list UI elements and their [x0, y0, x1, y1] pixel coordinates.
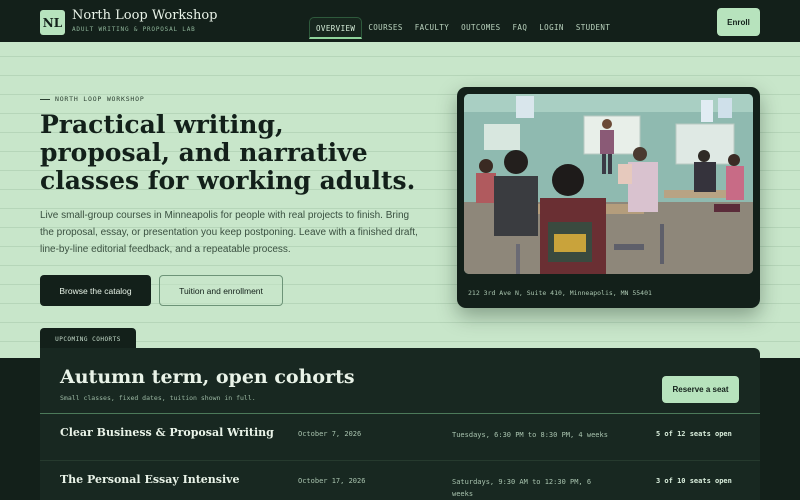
tuition-enrollment-button[interactable]: Tuition and enrollment [159, 275, 283, 306]
cohorts-subtitle: Small classes, fixed dates, tuition show… [60, 394, 256, 402]
cohort-date: October 7, 2026 [298, 430, 362, 438]
nav-overview[interactable]: OVERVIEW [309, 17, 363, 39]
upcoming-cohorts-tab: UPCOMING COHORTS [40, 328, 136, 350]
enroll-button[interactable]: Enroll [717, 8, 760, 36]
cohorts-panel: Autumn term, open cohorts Small classes,… [40, 348, 760, 500]
browse-catalog-button[interactable]: Browse the catalog [40, 275, 151, 306]
nav-faq[interactable]: FAQ [507, 17, 534, 39]
eyebrow-text: NORTH LOOP WORKSHOP [55, 95, 145, 103]
hero-intro: Live small-group courses in Minneapolis … [40, 210, 418, 255]
location-caption: 212 3rd Ave N, Suite 410, Minneapolis, M… [468, 289, 652, 297]
cohorts-title: Autumn term, open cohorts [60, 366, 355, 388]
cohort-date: October 17, 2026 [298, 477, 366, 485]
logo-mark[interactable]: NL [40, 10, 65, 35]
eyebrow-dash [40, 98, 50, 100]
hero-headline: Practical writing, proposal, and narrati… [40, 110, 416, 195]
main-nav: OVERVIEW COURSES FACULTY OUTCOMES FAQ LO… [309, 17, 616, 39]
hero-eyebrow: NORTH LOOP WORKSHOP [40, 95, 145, 103]
reserve-seat-button[interactable]: Reserve a seat [662, 376, 739, 403]
cohort-seats: 5 of 12 seats open [656, 430, 732, 438]
cohort-row[interactable]: Clear Business & Proposal Writing Octobe… [40, 414, 760, 461]
nav-student[interactable]: STUDENT [570, 17, 616, 39]
nav-faculty[interactable]: FACULTY [409, 17, 455, 39]
cohort-schedule: Saturdays, 9:30 AM to 12:30 PM, 6 weeks [452, 478, 592, 498]
nav-outcomes[interactable]: OUTCOMES [455, 17, 506, 39]
nav-login[interactable]: LOGIN [533, 17, 570, 39]
classroom-photo [464, 94, 753, 274]
brand-name[interactable]: North Loop Workshop [72, 8, 217, 23]
cohort-row[interactable]: The Personal Essay Intensive October 17,… [40, 461, 760, 500]
cohort-schedule: Tuesdays, 6:30 PM to 8:30 PM, 4 weeks [452, 431, 608, 439]
cohort-seats: 3 of 10 seats open [656, 477, 732, 485]
classroom-photo-card: 212 3rd Ave N, Suite 410, Minneapolis, M… [457, 87, 760, 308]
cohort-name[interactable]: Clear Business & Proposal Writing [60, 426, 274, 439]
cohort-name[interactable]: The Personal Essay Intensive [60, 473, 240, 486]
brand-tagline: ADULT WRITING & PROPOSAL LAB [72, 26, 196, 33]
site-header: NL North Loop Workshop ADULT WRITING & P… [0, 0, 800, 42]
nav-courses[interactable]: COURSES [362, 17, 408, 39]
